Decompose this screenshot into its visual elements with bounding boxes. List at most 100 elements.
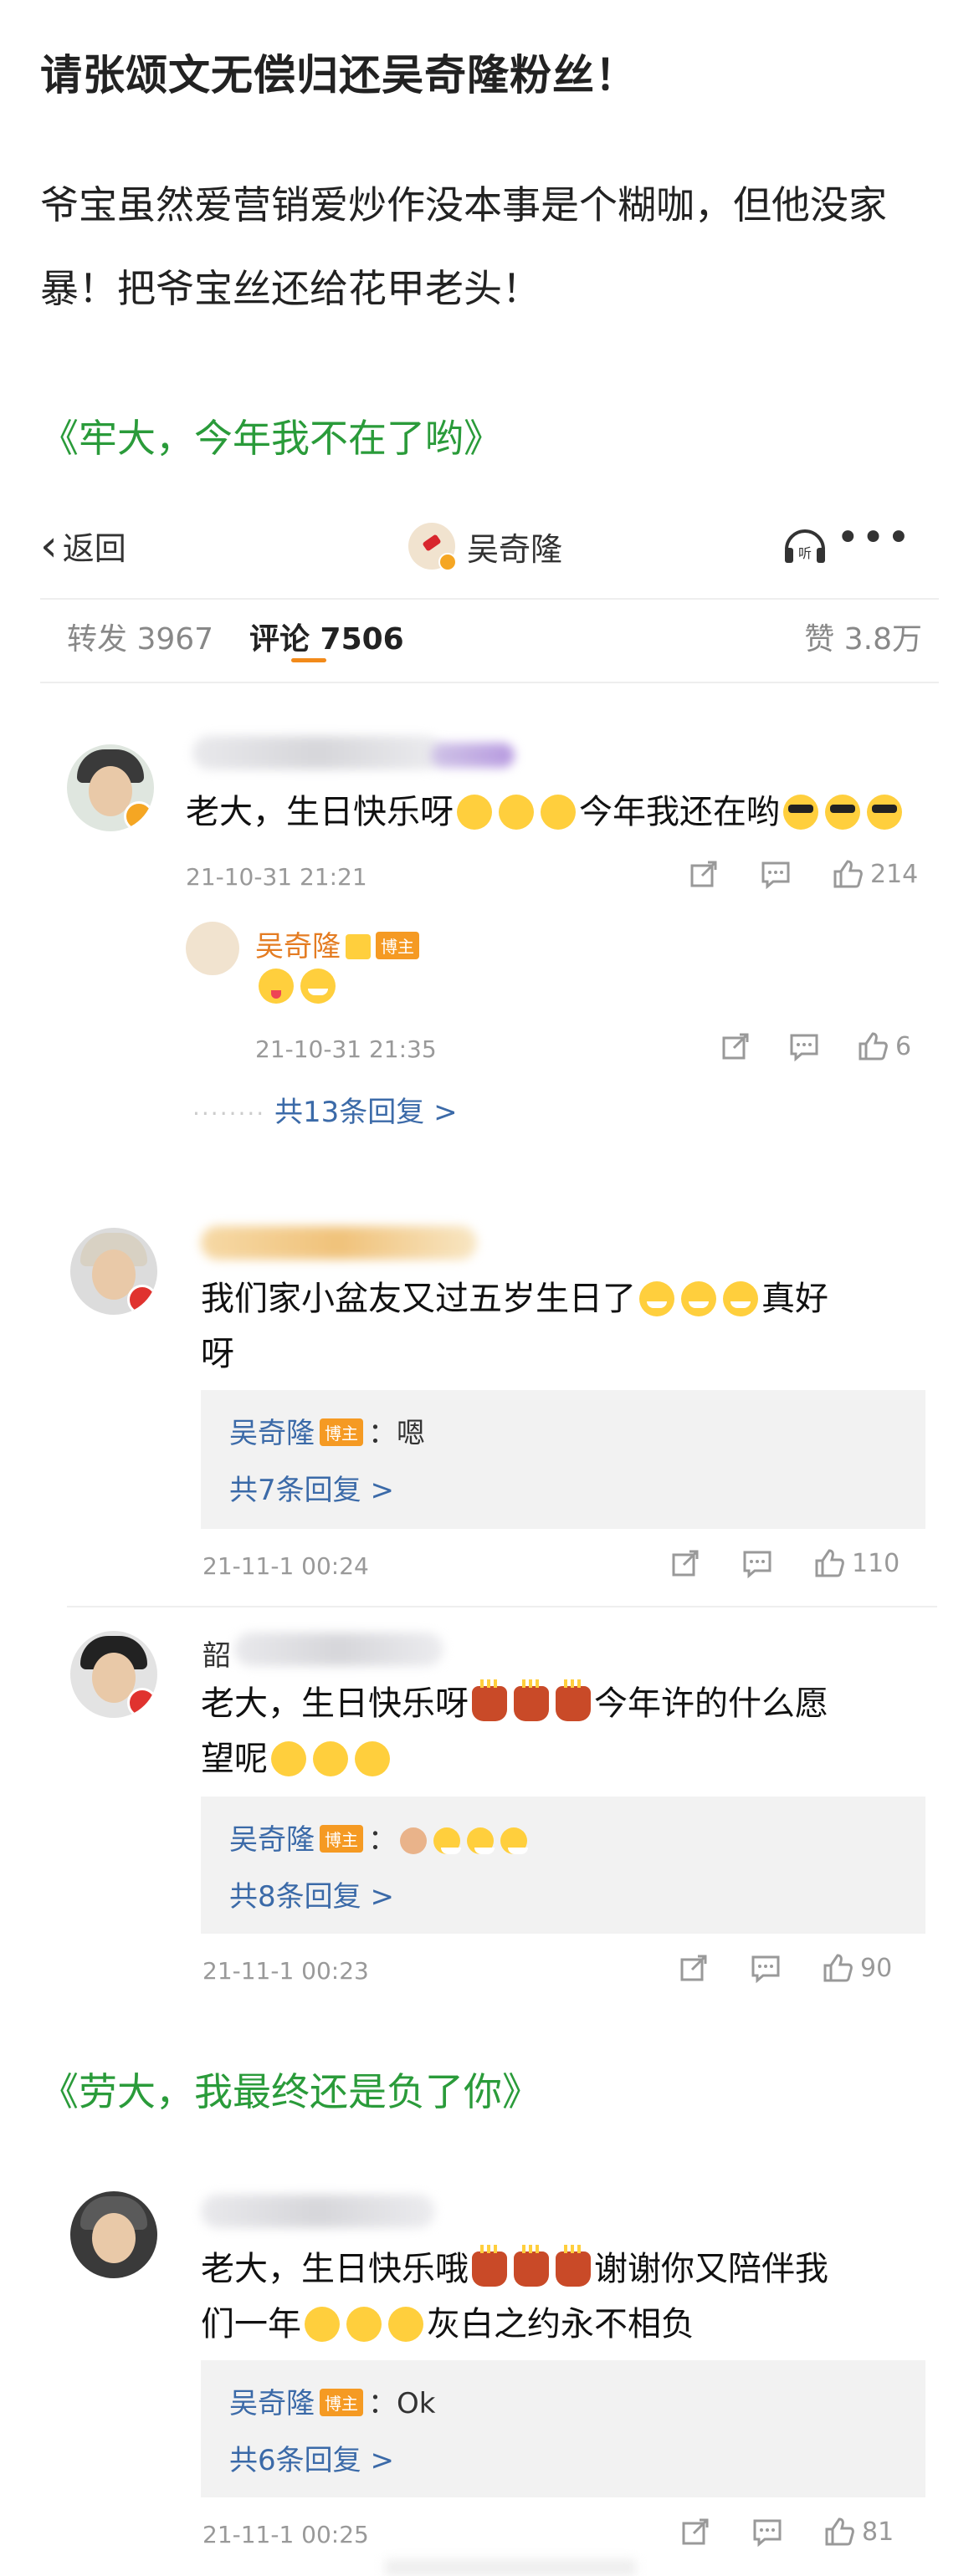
avatar[interactable]	[70, 2191, 157, 2278]
username-initial: 韶	[202, 1639, 231, 1673]
comment-time: 21-11-1 00:25	[202, 2521, 369, 2548]
tab-comments[interactable]: 评论 7506	[249, 615, 404, 658]
comment-actions: 214	[688, 858, 918, 890]
user-avatar	[408, 523, 457, 571]
vip-crown-icon	[346, 934, 371, 959]
grin-emoji-icon	[500, 1827, 528, 1854]
host-reply: 吴奇隆 博主 ：Ok	[229, 2387, 436, 2420]
quote-heading-1: 《牢大，今年我不在了哟》	[40, 416, 502, 461]
reply-time: 21-10-31 21:35	[255, 1035, 437, 1063]
blurred-username	[234, 1633, 443, 1666]
cool-emoji-icon	[867, 795, 902, 830]
tab-repost[interactable]: 转发 3967	[67, 615, 213, 658]
blurred-username	[201, 2195, 435, 2228]
avatar[interactable]	[67, 744, 154, 831]
smile-emoji-icon	[681, 1281, 716, 1316]
thumbs-up-icon	[859, 1032, 888, 1061]
comment-actions: 81	[679, 2516, 894, 2548]
reply-preview[interactable]: 吴奇隆 博主： 共8条回复 >	[201, 1797, 925, 1934]
share-icon[interactable]	[720, 1030, 751, 1062]
tab-active-indicator	[291, 658, 326, 662]
cake-emoji-icon	[556, 2245, 591, 2287]
thumbs-up-icon	[815, 1549, 844, 1577]
like-count: 90	[860, 1953, 893, 1983]
weibo-topbar: ‹ 返回 吴奇隆 听 •••	[40, 506, 920, 590]
blurred-footer	[385, 2559, 636, 2576]
cake-emoji-icon	[514, 2245, 549, 2287]
header-username: 吴奇隆	[467, 530, 563, 568]
emoji-icon	[305, 2307, 340, 2342]
quote-heading-2: 《劳大，我最终还是负了你》	[40, 2069, 541, 2114]
comment-icon[interactable]	[750, 1952, 782, 1984]
like-button[interactable]: 110	[813, 1547, 900, 1579]
grin-emoji-icon	[433, 1827, 461, 1854]
back-button[interactable]: ‹ 返回	[40, 523, 126, 569]
reply-preview[interactable]: 吴奇隆 博主 ：嗯 共7条回复 >	[201, 1390, 925, 1529]
host-reply-header: 吴奇隆 博主	[255, 923, 424, 964]
svg-text:听: 听	[798, 545, 812, 561]
header-user[interactable]: 吴奇隆	[408, 523, 563, 571]
divider	[40, 682, 939, 683]
avatar[interactable]	[70, 1631, 157, 1718]
emoji-icon	[313, 1741, 348, 1776]
comment-actions: 90	[678, 1952, 892, 1984]
emoji-icon	[499, 795, 534, 830]
reply-actions: 6	[720, 1030, 911, 1062]
view-more-replies[interactable]: 共8条回复 >	[229, 1873, 394, 1914]
cool-emoji-icon	[825, 795, 860, 830]
smile-emoji-icon	[723, 1281, 758, 1316]
like-button[interactable]: 6	[857, 1030, 911, 1062]
chevron-left-icon: ‹	[40, 520, 58, 571]
thumbs-up-icon	[833, 860, 863, 888]
share-icon[interactable]	[669, 1547, 701, 1579]
host-avatar[interactable]	[186, 922, 239, 975]
share-icon[interactable]	[679, 2516, 711, 2548]
cake-emoji-icon	[514, 1679, 549, 1721]
like-button[interactable]: 81	[823, 2516, 894, 2548]
comment-icon[interactable]	[788, 1030, 820, 1062]
host-reply: 吴奇隆 博主 ：嗯	[229, 1417, 425, 1450]
like-count: 214	[870, 859, 919, 889]
comment-icon[interactable]	[760, 858, 792, 890]
view-more-replies[interactable]: 共6条回复 >	[229, 2437, 394, 2478]
comment-text: 老大，生日快乐呀 今年我还在哟	[186, 785, 905, 840]
cake-emoji-icon	[556, 1679, 591, 1721]
cake-emoji-icon	[472, 1679, 507, 1721]
emoji-icon	[388, 2307, 423, 2342]
view-more-replies[interactable]: ········ 共13条回复 >	[192, 1089, 458, 1130]
comment-time: 21-11-1 00:23	[202, 1957, 369, 1985]
comment-icon[interactable]	[751, 2516, 783, 2548]
cool-emoji-icon	[783, 795, 818, 830]
like-count: 110	[852, 1548, 900, 1578]
thumbs-up-icon	[825, 2517, 854, 2546]
comment-icon[interactable]	[741, 1547, 773, 1579]
comment-text: 我们家小盆友又过五岁生日了 真好呀	[201, 1280, 828, 1373]
comment-actions: 110	[669, 1547, 900, 1579]
view-more-replies[interactable]: 共7条回复 >	[229, 1467, 394, 1508]
comment-time: 21-10-31 21:21	[186, 863, 367, 891]
avatar[interactable]	[70, 1228, 157, 1315]
smile-emoji-icon	[639, 1281, 674, 1316]
listen-icon[interactable]: 听	[782, 524, 828, 566]
more-options-icon[interactable]: •••	[836, 514, 912, 561]
like-count: 81	[862, 2517, 894, 2547]
like-button[interactable]: 90	[822, 1952, 892, 1984]
tab-bar: 转发 3967 评论 7506 赞 3.8万	[40, 615, 927, 665]
blurred-username	[201, 1226, 477, 1260]
host-reply: 吴奇隆 博主：	[229, 1817, 531, 1858]
share-icon[interactable]	[678, 1952, 710, 1984]
post-title: 请张颂文无偿归还吴奇隆粉丝！	[40, 51, 638, 100]
emoji-icon	[541, 795, 576, 830]
tongue-emoji-icon	[259, 969, 294, 1004]
tab-likes[interactable]: 赞 3.8万	[804, 615, 922, 658]
comment-text: 老大，生日快乐哦 谢谢你又陪伴我 们一年 灰白之约永不相负	[201, 2245, 828, 2343]
grin-emoji-icon	[467, 1827, 495, 1854]
laugh-emoji-icon	[300, 969, 336, 1004]
like-count: 6	[895, 1031, 912, 1061]
share-icon[interactable]	[688, 858, 720, 890]
emoji-icon	[355, 1741, 390, 1776]
emoji-icon	[271, 1741, 306, 1776]
like-button[interactable]: 214	[832, 858, 918, 890]
reply-preview[interactable]: 吴奇隆 博主 ：Ok 共6条回复 >	[201, 2360, 925, 2497]
emoji-icon	[457, 795, 492, 830]
